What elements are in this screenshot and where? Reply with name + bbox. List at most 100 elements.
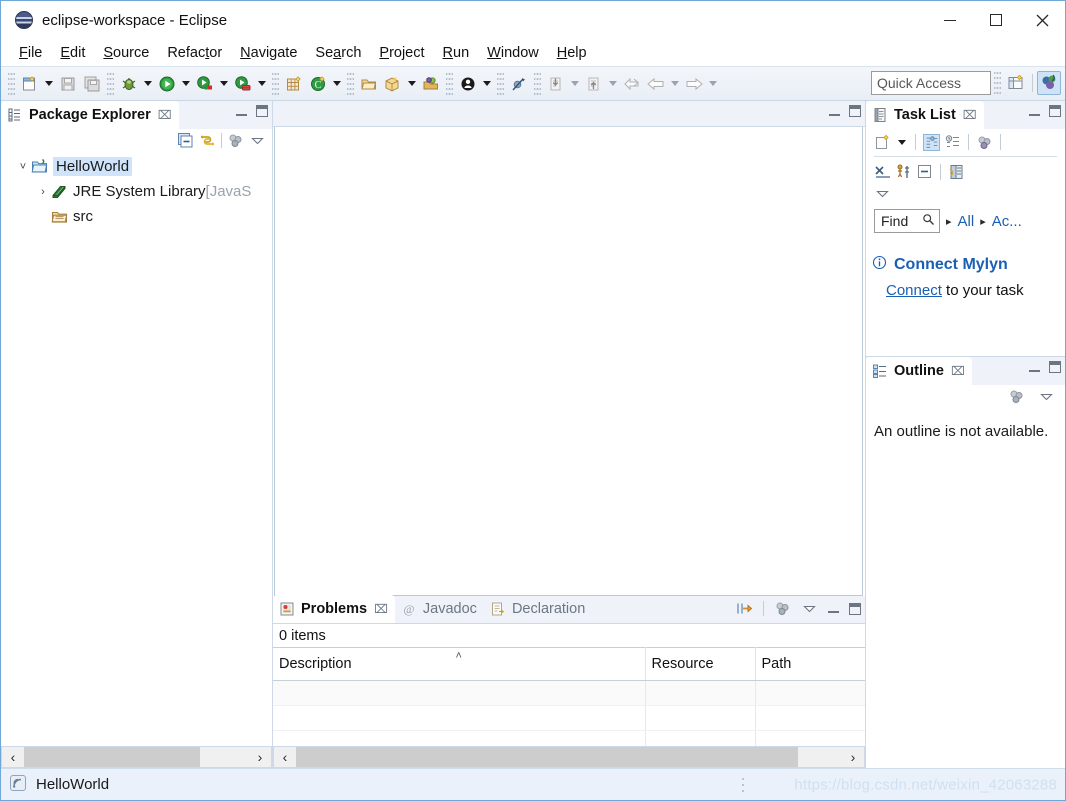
last-edit-location-icon[interactable] <box>620 72 644 96</box>
table-row[interactable] <box>273 680 865 706</box>
run-last-dropdown-arrow[interactable] <box>480 72 494 96</box>
previous-annotation-dropdown-arrow[interactable] <box>606 72 620 96</box>
menu-help[interactable]: Help <box>549 42 595 64</box>
tab-declaration[interactable]: Declaration <box>484 595 592 623</box>
run-dropdown-arrow[interactable] <box>179 72 193 96</box>
maximize-icon[interactable] <box>256 105 268 117</box>
synchronize-changed-icon[interactable] <box>895 163 912 180</box>
minimize-icon[interactable] <box>236 107 247 116</box>
menu-search[interactable]: Search <box>307 42 369 64</box>
toolbar-grip[interactable] <box>994 72 1001 94</box>
open-type-icon[interactable] <box>357 72 381 96</box>
coverage-dropdown-arrow[interactable] <box>255 72 269 96</box>
scroll-right-arrow[interactable]: › <box>842 747 864 767</box>
new-wizard-icon[interactable] <box>18 72 42 96</box>
maximize-icon[interactable] <box>1049 361 1061 373</box>
twisty-collapsed-icon[interactable]: › <box>35 186 51 198</box>
scroll-thumb[interactable] <box>296 747 799 767</box>
new-class-dropdown-arrow[interactable] <box>330 72 344 96</box>
focus-on-workweek-icon[interactable] <box>874 163 891 180</box>
toolbar-grip[interactable] <box>272 72 279 95</box>
coverage-icon[interactable] <box>231 72 255 96</box>
menu-project[interactable]: Project <box>371 42 432 64</box>
column-header-resource[interactable]: Resource <box>645 647 756 681</box>
back-icon[interactable] <box>644 72 668 96</box>
table-row[interactable] <box>273 730 865 746</box>
package-dropdown-arrow[interactable] <box>405 72 419 96</box>
link-with-editor-icon[interactable] <box>199 132 216 149</box>
menu-window[interactable]: Window <box>479 42 547 64</box>
connect-link[interactable]: Connect <box>886 282 942 299</box>
toolbar-grip[interactable] <box>497 72 504 95</box>
scroll-right-arrow[interactable]: › <box>249 747 271 767</box>
new-java-project-icon[interactable] <box>282 72 306 96</box>
maximize-icon[interactable] <box>1049 105 1061 117</box>
next-annotation-icon[interactable] <box>544 72 568 96</box>
minimize-icon[interactable] <box>829 107 840 116</box>
back-dropdown-arrow[interactable] <box>668 72 682 96</box>
previous-annotation-icon[interactable] <box>582 72 606 96</box>
editor-canvas[interactable] <box>274 127 863 596</box>
run-icon[interactable] <box>155 72 179 96</box>
view-menu-chevron-icon[interactable] <box>249 132 266 149</box>
view-menu-icon[interactable] <box>1008 388 1025 405</box>
external-tools-dropdown-arrow[interactable] <box>217 72 231 96</box>
profile-icon[interactable] <box>419 72 443 96</box>
java-perspective-icon[interactable] <box>1037 71 1061 95</box>
column-header-path[interactable]: Path <box>755 647 865 681</box>
tab-outline[interactable]: Outline ⌧ <box>866 357 972 385</box>
find-input[interactable]: Find <box>874 209 940 233</box>
filter-all-link[interactable]: All <box>958 213 975 230</box>
run-last-tool-icon[interactable] <box>456 72 480 96</box>
new-dropdown-arrow[interactable] <box>42 72 56 96</box>
forward-icon[interactable] <box>682 72 706 96</box>
filter-caret-all[interactable]: ▸ <box>946 215 952 228</box>
close-icon[interactable]: ⌧ <box>374 602 388 616</box>
next-annotation-dropdown-arrow[interactable] <box>568 72 582 96</box>
menu-run[interactable]: Run <box>435 42 478 64</box>
view-menu-chevron-icon[interactable] <box>874 185 891 202</box>
debug-icon[interactable] <box>117 72 141 96</box>
collapse-all-icon[interactable] <box>916 163 933 180</box>
new-task-icon[interactable] <box>874 134 891 151</box>
open-perspective-icon[interactable] <box>1004 71 1028 95</box>
menu-edit[interactable]: Edit <box>52 42 93 64</box>
tree-item-src[interactable]: src <box>1 204 272 229</box>
tree-item-jre-system-library[interactable]: › JRE System Library [JavaS <box>1 179 272 204</box>
new-task-dropdown-arrow[interactable] <box>895 133 908 151</box>
table-row[interactable] <box>273 705 865 731</box>
search-icon[interactable] <box>922 213 935 229</box>
new-package-icon[interactable] <box>381 72 405 96</box>
scheduled-presentation-icon[interactable] <box>944 134 961 151</box>
quick-access-input[interactable] <box>871 71 991 95</box>
maximize-icon[interactable] <box>849 105 861 117</box>
tree-item-helloworld[interactable]: ˅ HelloWorld <box>1 154 272 179</box>
debug-dropdown-arrow[interactable] <box>141 72 155 96</box>
minimize-button[interactable] <box>927 1 973 39</box>
minimize-icon[interactable] <box>1029 107 1040 116</box>
scroll-track[interactable] <box>296 747 842 767</box>
view-menu-icon[interactable] <box>774 600 791 617</box>
save-all-icon[interactable] <box>80 72 104 96</box>
toolbar-grip[interactable] <box>534 72 541 95</box>
view-menu-icon[interactable] <box>976 134 993 151</box>
categorized-presentation-icon[interactable] <box>923 133 940 151</box>
package-explorer-hscrollbar[interactable]: ‹ › <box>1 746 272 768</box>
toolbar-grip[interactable] <box>107 72 114 95</box>
view-menu-icon[interactable] <box>227 132 244 149</box>
tab-package-explorer[interactable]: Package Explorer ⌧ <box>1 101 179 129</box>
skip-breakpoints-icon[interactable] <box>507 72 531 96</box>
filter-caret-active[interactable]: ▸ <box>980 215 986 228</box>
filter-active-link[interactable]: Ac... <box>992 213 1022 230</box>
toolbar-grip[interactable] <box>446 72 453 95</box>
open-repository-task-icon[interactable] <box>948 163 965 180</box>
close-button[interactable] <box>1019 1 1065 39</box>
menu-navigate[interactable]: Navigate <box>232 42 305 64</box>
menu-source[interactable]: Source <box>95 42 157 64</box>
new-class-icon[interactable]: C <box>306 72 330 96</box>
maximize-icon[interactable] <box>849 602 861 615</box>
close-icon[interactable]: ⌧ <box>158 108 172 122</box>
tab-problems[interactable]: Problems ⌧ <box>273 595 395 623</box>
problems-hscrollbar[interactable]: ‹ › <box>273 746 865 768</box>
scroll-thumb[interactable] <box>24 747 200 767</box>
